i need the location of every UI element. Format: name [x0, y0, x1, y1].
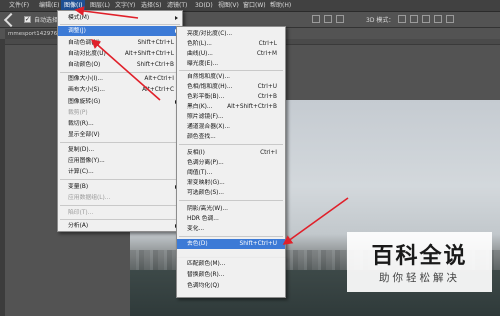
menu-item-replace-color[interactable]: 替换颜色(R)... [177, 270, 285, 280]
submenu-arrow-icon [175, 16, 178, 20]
menu-item-auto-tone[interactable]: 自动色调(N) Shift+Ctrl+L [58, 38, 182, 48]
3d-scale-icon[interactable] [446, 15, 454, 23]
menu-item-auto-color[interactable]: 自动颜色(O) Shift+Ctrl+B [58, 60, 182, 70]
menu-divider [179, 200, 283, 201]
3d-pan-icon[interactable] [422, 15, 430, 23]
menu-item-curves[interactable]: 曲线(U)... Ctrl+M [177, 49, 285, 59]
3d-slide-icon[interactable] [434, 15, 442, 23]
menu-item-variables[interactable]: 变量(B) [58, 182, 182, 192]
menu-item-exposure[interactable]: 曝光度(E)... [177, 59, 285, 69]
menu-item-apply-image[interactable]: 应用图像(Y)... [58, 156, 182, 166]
auto-select-checkbox[interactable]: ✓ [24, 16, 31, 23]
menu-item-mode[interactable]: 模式(M) [58, 13, 182, 23]
menu-divider [179, 70, 283, 71]
menu-view[interactable]: 视图(V) [215, 0, 242, 12]
distribute-icon[interactable] [324, 15, 332, 23]
menu-item-posterize[interactable]: 色调分离(P)... [177, 158, 285, 168]
menu-item-match-color[interactable]: 匹配颜色(M)... [177, 259, 285, 269]
toolbar-strip [0, 39, 5, 316]
menu-item-selective-color[interactable]: 可选颜色(S)... [177, 188, 285, 198]
watermark-title: 百科全说 [371, 244, 468, 269]
document-tab[interactable]: mmesport1429762 [5, 29, 65, 39]
menu-divider [60, 219, 180, 220]
menu-help[interactable]: 帮助(H) [267, 0, 294, 12]
menu-item-brightness-contrast[interactable]: 亮度/对比度(C)... [177, 29, 285, 39]
menu-item-variations[interactable]: 变化... [177, 224, 285, 234]
adjustments-submenu-tail: 匹配颜色(M)... 替换颜色(R)... 色调均化(Q) [176, 258, 286, 298]
menu-3d[interactable]: 3D(D) [192, 0, 216, 12]
menu-item-calculations[interactable]: 计算(C)... [58, 167, 182, 177]
menu-item-apply-data-set: 应用数据组(L)... [68, 195, 111, 201]
menu-item-photo-filter[interactable]: 照片滤镜(F)... [177, 112, 285, 122]
menu-item-threshold[interactable]: 阈值(T)... [177, 168, 285, 178]
3d-roll-icon[interactable] [410, 15, 418, 23]
menu-divider [60, 24, 180, 25]
menu-item-color-lookup[interactable]: 颜色查找... [177, 132, 285, 142]
menu-item-color-balance[interactable]: 色彩平衡(B)... Ctrl+B [177, 92, 285, 102]
watermark: 百科全说 助你轻松解决 [347, 232, 492, 292]
menu-divider [60, 72, 180, 73]
image-menu: 模式(M) 调整(J) 自动色调(N) Shift+Ctrl+L 自动对比度(U)… [57, 10, 183, 232]
menu-item-levels[interactable]: 色阶(L)... Ctrl+L [177, 39, 285, 49]
menu-item-gradient-map[interactable]: 渐变映射(G)... [177, 178, 285, 188]
menu-item-trim[interactable]: 裁切(R)... [58, 119, 182, 129]
menu-item-black-white[interactable]: 黑白(K)... Alt+Shift+Ctrl+B [177, 102, 285, 112]
menu-item-invert[interactable]: 反相(I) Ctrl+I [177, 148, 285, 158]
menu-item-crop: 裁剪(P) [68, 110, 88, 116]
menu-item-hue-saturation[interactable]: 色相/饱和度(H)... Ctrl+U [177, 82, 285, 92]
3d-mode-label: 3D 模式： [366, 17, 395, 24]
menu-item-auto-contrast[interactable]: 自动对比度(U) Alt+Shift+Ctrl+L [58, 49, 182, 59]
menu-divider [60, 142, 180, 143]
menu-file[interactable]: 文件(F) [6, 0, 32, 12]
menu-item-duplicate[interactable]: 复制(D)... [58, 145, 182, 155]
menu-item-vibrance[interactable]: 自然饱和度(V)... [177, 72, 285, 82]
align-icon[interactable] [312, 15, 320, 23]
menu-item-equalize[interactable]: 色调均化(Q) [177, 281, 285, 291]
adjustments-submenu: 亮度/对比度(C)... 色阶(L)... Ctrl+L 曲线(U)... Ctrl… [176, 26, 286, 259]
menu-divider [60, 179, 180, 180]
menu-divider [60, 205, 180, 206]
menu-item-shadows-highlights[interactable]: 阴影/高光(W)... [177, 204, 285, 214]
menu-divider [179, 144, 283, 145]
menu-item-desaturate[interactable]: 去色(D) Shift+Ctrl+U [177, 239, 285, 249]
menu-item-channel-mixer[interactable]: 通道混合器(X)... [177, 122, 285, 132]
menu-item-trap: 陷印(T)... [68, 210, 94, 216]
menu-item-adjustments[interactable]: 调整(J) [58, 26, 182, 36]
menu-window[interactable]: 窗口(W) [240, 0, 269, 12]
menu-item-image-rotation[interactable]: 图像旋转(G) [58, 97, 182, 107]
watermark-subtitle: 助你轻松解决 [379, 272, 460, 284]
menu-item-canvas-size[interactable]: 画布大小(S)... Alt+Ctrl+C [58, 85, 182, 95]
arrange-icon[interactable] [336, 15, 344, 23]
3d-rotate-icon[interactable] [398, 15, 406, 23]
move-tool-icon[interactable] [3, 12, 19, 28]
menu-divider [179, 236, 283, 237]
menu-item-analysis[interactable]: 分析(A) [58, 221, 182, 231]
menu-item-reveal-all[interactable]: 显示全部(V) [58, 130, 182, 140]
menu-item-image-size[interactable]: 图像大小(I)... Alt+Ctrl+I [58, 74, 182, 84]
menu-item-hdr-toning[interactable]: HDR 色调... [177, 214, 285, 224]
